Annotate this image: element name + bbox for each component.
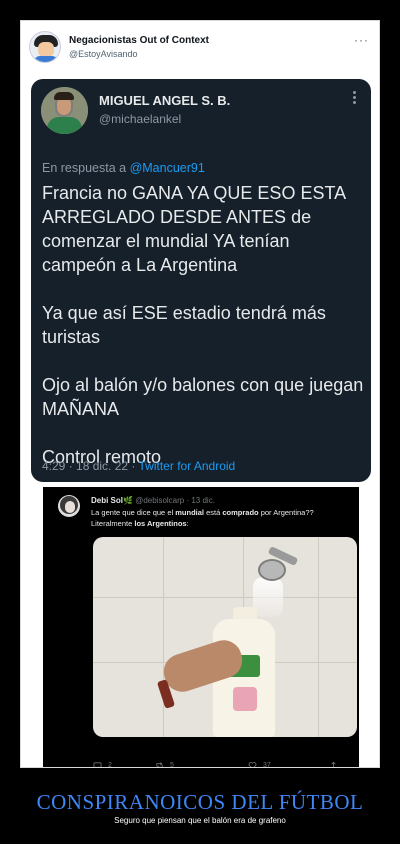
share-button[interactable] xyxy=(329,761,338,767)
quoted-tweet-card: MIGUEL ANGEL S. B. @michaelankel En resp… xyxy=(31,79,371,482)
tweet-time-date[interactable]: 4:29 · 18 dic. 22 · xyxy=(42,459,139,473)
retweet-count: 5 xyxy=(170,762,174,768)
tweet-photo[interactable] xyxy=(93,537,357,737)
shower-head xyxy=(258,559,286,581)
tweet-action-bar: 2 5 37 xyxy=(93,761,343,768)
reply-mention-link[interactable]: @Mancuer91 xyxy=(130,161,205,175)
tweet-text: : xyxy=(186,519,189,528)
tweet-text-bold: los Argentinos xyxy=(134,519,187,528)
more-options-icon[interactable] xyxy=(353,91,357,106)
outer-tweet-author-handle[interactable]: @EstoyAvisando xyxy=(69,49,138,59)
more-options-icon[interactable]: ··· xyxy=(354,33,369,47)
tweet-paragraph: Francia no GANA YA QUE ESO ESTA ARREGLAD… xyxy=(42,183,346,275)
like-count: 37 xyxy=(263,762,271,768)
caption-subtitle: Seguro que piensan que el balón era de g… xyxy=(114,816,286,825)
tweet-text: Literalmente xyxy=(91,519,135,528)
reply-count: 2 xyxy=(108,762,112,768)
screenshot-tweet-author[interactable]: Debi Sol🌿 @debisolcarp · 13 dic. xyxy=(91,496,215,505)
tweet-paragraph: Ojo al balón y/o balones con que juegan … xyxy=(42,375,364,419)
tweet-text: está xyxy=(204,508,223,517)
tweet-timestamp: 4:29 · 18 dic. 22 · Twitter for Android xyxy=(42,459,235,473)
screenshot-tweet-card: Debi Sol🌿 @debisolcarp · 13 dic. La gent… xyxy=(43,487,359,768)
heart-icon xyxy=(248,762,257,767)
share-icon xyxy=(331,761,336,767)
quoted-tweet-body: Francia no GANA YA QUE ESO ESTA ARREGLAD… xyxy=(42,181,364,482)
reply-context: En respuesta a @Mancuer91 xyxy=(42,161,205,175)
outer-tweet-header: Negacionistas Out of Context @EstoyAvisa… xyxy=(29,31,371,71)
quoted-tweet-author-name[interactable]: MIGUEL ANGEL S. B. xyxy=(99,93,230,108)
author-handle-date: @debisolcarp · 13 dic. xyxy=(132,496,215,505)
tweet-paragraph: Ya que así ESE estadio tendrá más turist… xyxy=(42,303,326,347)
meme-frame: Negacionistas Out of Context @EstoyAvisa… xyxy=(20,20,380,768)
tweet-text: La gente que dice que el xyxy=(91,508,176,517)
tweet-text: por Argentina?? xyxy=(258,508,314,517)
reply-prefix: En respuesta a xyxy=(42,161,130,175)
leaf-icon: 🌿 xyxy=(123,496,133,505)
tweet-source-link[interactable]: Twitter for Android xyxy=(139,459,236,473)
avatar[interactable] xyxy=(41,87,88,134)
caption-title: CONSPIRANOICOS DEL FÚTBOL xyxy=(36,790,364,814)
tweet-text-bold: mundial xyxy=(175,508,205,517)
retweet-icon xyxy=(156,762,163,767)
water-stream xyxy=(253,577,283,617)
author-name: Debi Sol xyxy=(91,496,124,505)
tweet-text-bold: comprado xyxy=(222,508,259,517)
avatar[interactable] xyxy=(29,31,61,63)
retweet-button[interactable]: 5 xyxy=(155,761,174,768)
reply-button[interactable]: 2 xyxy=(93,761,112,768)
reply-icon xyxy=(93,762,102,767)
outer-tweet-author-name[interactable]: Negacionistas Out of Context xyxy=(69,35,209,46)
avatar[interactable] xyxy=(58,495,80,517)
screenshot-tweet-body: La gente que dice que el mundial está co… xyxy=(91,507,353,529)
bottle-pink-label xyxy=(233,687,257,711)
quoted-tweet-author-handle[interactable]: @michaelankel xyxy=(99,112,181,126)
like-button[interactable]: 37 xyxy=(248,761,271,768)
